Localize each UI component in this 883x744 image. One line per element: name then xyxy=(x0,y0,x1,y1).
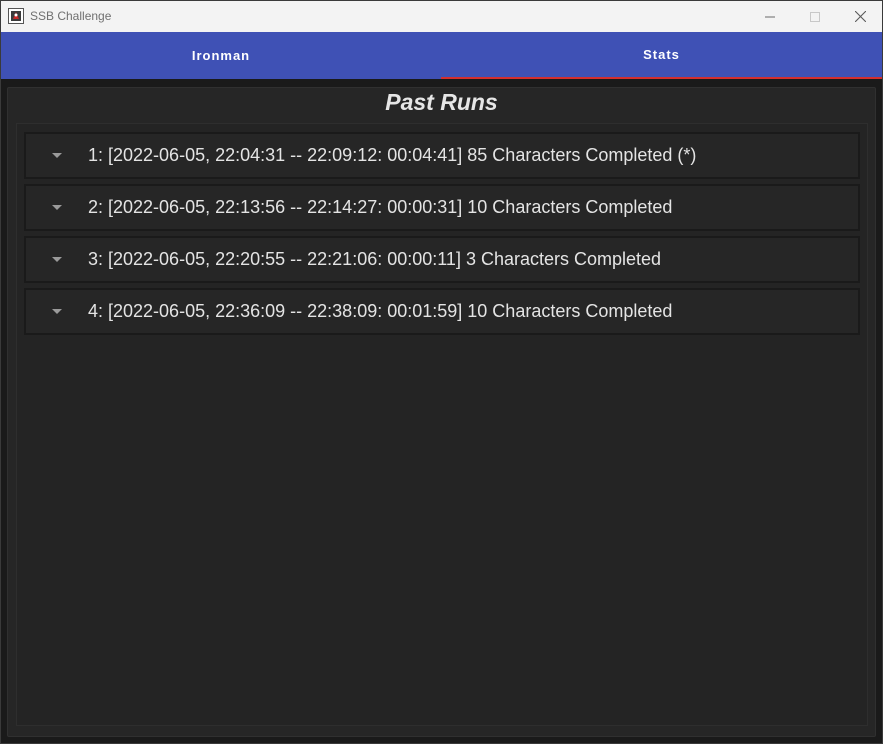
run-label: 1: [2022-06-05, 22:04:31 -- 22:09:12: 00… xyxy=(88,145,697,165)
run-item-2[interactable]: 2: [2022-06-05, 22:13:56 -- 22:14:27: 00… xyxy=(24,184,860,231)
page-title: Past Runs xyxy=(385,89,498,115)
app-window: SSB Challenge Ironman Stats Past Runs 1:… xyxy=(0,0,883,744)
minimize-icon xyxy=(765,16,775,17)
caret-down-icon[interactable] xyxy=(51,205,63,211)
tab-stats[interactable]: Stats xyxy=(441,32,882,79)
maximize-icon xyxy=(810,11,820,22)
run-item-1[interactable]: 1: [2022-06-05, 22:04:31 -- 22:09:12: 00… xyxy=(24,132,860,179)
close-button[interactable] xyxy=(837,1,882,32)
minimize-button[interactable] xyxy=(747,1,793,32)
app-icon xyxy=(8,8,24,24)
run-item-3[interactable]: 3: [2022-06-05, 22:20:55 -- 22:21:06: 00… xyxy=(24,236,860,283)
tab-ironman[interactable]: Ironman xyxy=(1,32,441,79)
maximize-button[interactable] xyxy=(792,1,838,32)
run-label: 4: [2022-06-05, 22:36:09 -- 22:38:09: 00… xyxy=(88,301,673,321)
title-bar: SSB Challenge xyxy=(1,1,882,32)
caret-down-icon[interactable] xyxy=(51,257,63,263)
run-item-4[interactable]: 4: [2022-06-05, 22:36:09 -- 22:38:09: 00… xyxy=(24,288,860,335)
run-label: 2: [2022-06-05, 22:13:56 -- 22:14:27: 00… xyxy=(88,197,673,217)
tab-bar: Ironman Stats xyxy=(1,32,882,79)
run-label: 3: [2022-06-05, 22:20:55 -- 22:21:06: 00… xyxy=(88,249,662,269)
window-title: SSB Challenge xyxy=(30,9,112,23)
caret-down-icon[interactable] xyxy=(51,309,63,315)
caret-down-icon[interactable] xyxy=(51,153,63,159)
close-icon xyxy=(854,11,866,22)
bottom-edge xyxy=(1,737,882,743)
